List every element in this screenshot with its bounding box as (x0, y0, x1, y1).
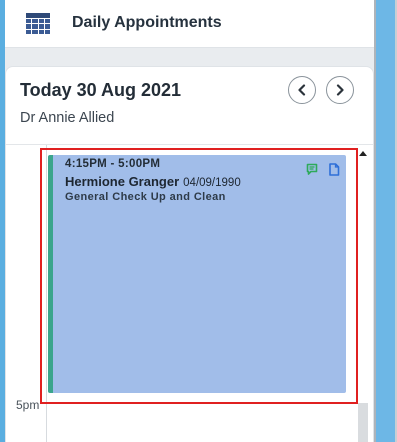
appointment-block[interactable]: 4:15PM - 5:00PM Hermione Granger 04/09/19… (48, 155, 346, 393)
card-divider (6, 144, 373, 145)
appointment-time: 4:15PM - 5:00PM (65, 158, 161, 170)
frame-inner (376, 0, 395, 442)
window-frame-right (374, 0, 397, 442)
schedule-date: Today 30 Aug 2021 (20, 80, 182, 100)
page-title: Daily Appointments (72, 14, 222, 31)
practitioner-name: Dr Annie Allied (20, 110, 115, 126)
calendar-grid-icon (26, 13, 50, 34)
previous-day-button[interactable] (288, 76, 316, 104)
vertical-scrollbar[interactable] (355, 151, 371, 442)
appointment-patient: Hermione Granger 04/09/1990 (65, 174, 241, 189)
page-header: Daily Appointments (5, 0, 374, 48)
scroll-thumb[interactable] (358, 403, 368, 442)
next-day-button[interactable] (326, 76, 354, 104)
appointment-type: General Check Up and Clean (65, 191, 226, 203)
scroll-up-arrow-icon[interactable] (359, 151, 367, 156)
time-gutter-line (46, 145, 47, 442)
chevron-right-icon (336, 84, 344, 96)
time-label-5pm: 5pm (16, 398, 40, 412)
document-icon[interactable] (328, 163, 340, 176)
message-icon[interactable] (306, 163, 318, 176)
patient-name: Hermione Granger (65, 174, 180, 189)
chevron-left-icon (298, 84, 306, 96)
patient-dob: 04/09/1990 (183, 177, 241, 189)
